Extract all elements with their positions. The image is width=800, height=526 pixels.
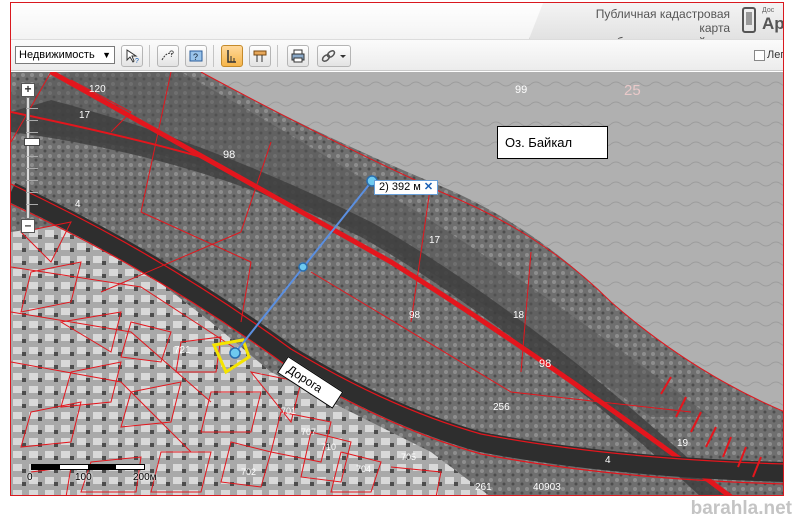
watermark: barahla.net <box>690 498 792 519</box>
scale-bar: 0 100 200м <box>27 464 167 486</box>
parcel-label: 701 <box>281 406 297 416</box>
parcel-label: 4 <box>605 455 611 466</box>
info-card-icon: ? <box>189 50 203 62</box>
ruler-question-icon: ? <box>161 49 174 61</box>
parcel-label: 40903 <box>533 482 561 493</box>
parcel-label: 98 <box>223 149 236 161</box>
mobile-version-banner[interactable]: Публичная кадастровая карта на мобильном… <box>529 3 783 39</box>
parcel-label: 18 <box>513 310 525 321</box>
svg-text:?: ? <box>169 49 174 59</box>
app-store-big-text: Ap <box>762 14 784 33</box>
parcel-label: 98 <box>409 310 421 321</box>
cursor-question-icon: ? <box>126 49 139 64</box>
scale-label: 0 <box>27 472 33 483</box>
area-tool-button[interactable] <box>249 45 271 67</box>
svg-text:?: ? <box>193 52 198 62</box>
measurement-value: 2) 392 м <box>379 181 421 193</box>
search-type-value: Недвижимость <box>19 49 95 61</box>
map-toolbar: Недвижимость ▼ ? ? ? Леге <box>11 39 783 71</box>
info-help-button[interactable]: ? <box>185 45 207 67</box>
parcel-label: 17 <box>79 110 91 121</box>
lake-label: Оз. Байкал <box>497 126 608 159</box>
measurement-tooltip: 2) 392 м ✕ <box>374 180 439 195</box>
zoom-control: + – <box>21 83 40 233</box>
parcel-label: 99 <box>515 84 528 96</box>
print-button[interactable] <box>287 45 309 67</box>
identify-button[interactable]: ? <box>121 45 143 67</box>
parcel-label: 704 <box>356 464 372 474</box>
close-icon[interactable]: ✕ <box>424 181 433 193</box>
scale-label: 200м <box>133 472 157 483</box>
printer-icon <box>291 49 305 63</box>
cadastral-map-window: Публичная кадастровая карта на мобильном… <box>10 2 784 496</box>
zoom-out-button[interactable]: – <box>21 219 35 233</box>
chevron-down-icon: ▼ <box>102 50 111 60</box>
zoom-slider-handle[interactable] <box>24 138 40 146</box>
area-ruler-icon <box>253 50 267 62</box>
parcel-label: 17 <box>429 235 441 246</box>
scale-bar-graphic <box>31 464 145 470</box>
app-store-badge[interactable]: Дос Ap <box>762 7 784 33</box>
parcel-label: 256 <box>493 402 510 413</box>
satellite-map-image <box>11 72 783 495</box>
parcel-label: 710 <box>321 442 337 452</box>
parcel-label: 702 <box>241 467 257 477</box>
scale-label: 100 <box>75 472 92 483</box>
parcel-label: 4 <box>75 199 81 210</box>
search-type-select[interactable]: Недвижимость ▼ <box>15 46 115 64</box>
distance-tool-button[interactable] <box>221 45 243 67</box>
parcel-label: 721 <box>174 345 191 356</box>
parcel-label: 98 <box>539 358 552 370</box>
parcel-label: 25 <box>624 82 641 99</box>
parcel-label: 19 <box>677 438 689 449</box>
header-bar: Публичная кадастровая карта на мобильном… <box>11 3 783 39</box>
parcel-label: 261 <box>475 482 492 493</box>
map-viewport[interactable]: 120 17 98 99 25 4 17 98 18 98 721 256 19… <box>11 72 783 495</box>
parcel-label: 705 <box>401 452 417 462</box>
measure-help-button[interactable]: ? <box>157 45 179 67</box>
parcel-label: 120 <box>89 84 106 95</box>
legend-checkbox[interactable] <box>754 50 765 61</box>
mobile-banner-line1: Публичная кадастровая карта <box>595 7 730 35</box>
zoom-in-button[interactable]: + <box>21 83 35 97</box>
legend-label: Леге <box>767 49 783 61</box>
phone-icon <box>742 7 756 33</box>
link-button[interactable] <box>317 45 351 67</box>
svg-text:?: ? <box>135 58 139 64</box>
link-icon <box>321 50 346 62</box>
distance-ruler-icon <box>227 50 236 63</box>
parcel-label: 707 <box>301 427 317 437</box>
zoom-slider-track[interactable] <box>24 97 40 219</box>
